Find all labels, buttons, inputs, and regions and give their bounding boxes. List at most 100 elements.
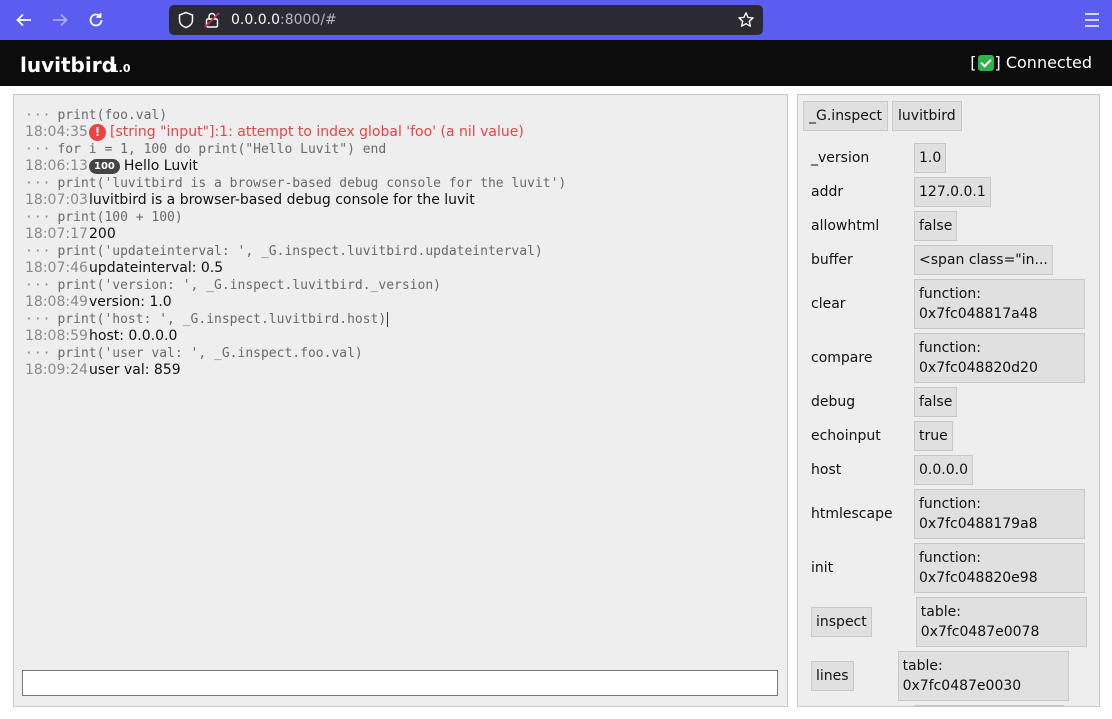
console-input-echo: ··· print('updateinterval: ', _G.inspect.… [25,243,777,260]
echo-text: print('updateinterval: ', _G.inspect.luv… [57,244,543,259]
timestamp: 18:07:03 [25,192,88,208]
inspect-key: debug [811,394,856,410]
inspect-row: lines table: 0x7fc0487e0030 [811,651,1087,701]
timestamp: 18:04:35 [25,124,88,140]
url-text[interactable]: 0.0.0.0:8000/# [231,11,337,29]
echo-text: print('luvitbird is a browser-based debu… [57,176,567,191]
console-output-line: 18:07:46 updateinterval: 0.5 [25,260,777,277]
output-text: updateinterval: 0.5 [89,260,224,276]
reload-icon[interactable] [84,8,108,32]
app-version: 1.0 [111,62,131,75]
url-host: 0.0.0.0 [231,12,280,28]
inspect-value: function: builtin#25 [914,705,1064,706]
inspect-key: htmlescape [811,506,893,522]
console-output-line: 18:07:03 luvitbird is a browser-based deb… [25,192,777,209]
echo-text: print('user val: ', _G.inspect.foo.val) [57,346,363,361]
console-output-line: 18:08:59 host: 0.0.0.0 [25,328,777,345]
console-input-echo: ··· print(100 + 100) [25,209,777,226]
inspect-value: false [914,387,958,417]
inspect-row: htmlescape function: 0x7fc0488179a8 [811,489,1087,539]
inspect-row: addr 127.0.0.1 [811,177,1087,207]
inspect-key[interactable]: lines [811,661,854,691]
inspect-row: clear function: 0x7fc048817a48 [811,279,1087,329]
console-output-line: 18:09:24 user val: 859 [25,362,777,379]
console-output-line: 18:08:49 version: 1.0 [25,294,777,311]
output-text: user val: 859 [89,362,181,378]
prompt-dots: ··· [25,210,52,225]
inspect-row: loadstringfunction: builtin#25 [811,705,1087,706]
inspect-value: function: 0x7fc048820e98 [914,543,1085,593]
hamburger-menu-icon[interactable] [1084,11,1100,29]
inspect-key: echoinput [811,428,881,444]
inspect-value: table: 0x7fc0487e0030 [897,651,1069,701]
shield-icon[interactable] [177,11,195,29]
echo-text: print(foo.val) [57,108,168,123]
inspect-value: function: 0x7fc048817a48 [914,279,1085,329]
console-panel: ··· print(foo.val) 18:04:35! [string "input… [13,94,788,707]
console-output-line: 18:07:17 200 [25,226,777,243]
address-bar[interactable]: 0.0.0.0:8000/# [169,5,763,35]
inspect-panel: _G.inspect luvitbird _version 1.0 addr 127.0… [797,94,1100,707]
inspect-row: buffer <span class="in... [811,245,1087,275]
timestamp: 18:08:49 [25,294,88,310]
console-output: ··· print(foo.val) 18:04:35! [string "input… [25,107,777,379]
timestamp: 18:08:59 [25,328,88,344]
prompt-dots: ··· [25,142,52,157]
timestamp: 18:07:46 [25,260,88,276]
inspect-key: clear [811,296,846,312]
output-text: Hello Luvit [123,158,198,174]
connection-status: [] Connected [970,53,1092,73]
browser-toolbar: 0.0.0.0:8000/# [0,0,1112,40]
timestamp: 18:07:17 [25,226,88,242]
prompt-dots: ··· [25,176,52,191]
prompt-dots: ··· [25,108,52,123]
breadcrumb: _G.inspect luvitbird [803,101,962,131]
timestamp: 18:06:13 [25,158,88,174]
app-title: luvitbird [20,53,116,77]
text-caret [387,312,389,327]
prompt-dots: ··· [25,346,52,361]
prompt-dots: ··· [25,278,52,293]
output-text: luvitbird is a browser-based debug conso… [89,192,475,208]
console-error-line: 18:04:35! [string "input"]:1: attempt to … [25,124,777,141]
echo-text: print('host: ', _G.inspect.luvitbird.hos… [57,312,387,327]
status-text: Connected [1005,53,1092,72]
inspect-row: debug false [811,387,1087,417]
inspect-row: allowhtml false [811,211,1087,241]
breadcrumb-item[interactable]: _G.inspect [803,101,889,131]
inspect-table: _version 1.0 addr 127.0.0.1 allowhtml false bu… [811,143,1087,706]
inspect-value: 0.0.0.0 [914,455,973,485]
breadcrumb-item[interactable]: luvitbird [892,101,962,131]
console-input-echo: ··· print(foo.val) [25,107,777,124]
inspect-value: function: 0x7fc048820d20 [914,333,1085,383]
inspect-key: allowhtml [811,218,880,234]
app-header: luvitbird 1.0 [] Connected [0,40,1112,86]
inspect-value: 1.0 [914,143,947,173]
output-text: host: 0.0.0.0 [89,328,178,344]
console-input-echo: ··· print('user val: ', _G.inspect.foo.va… [25,345,777,362]
inspect-value: 127.0.0.1 [914,177,991,207]
check-mark-icon [977,55,994,71]
inspect-key: _version [811,150,870,166]
console-input-echo: ··· print('version: ', _G.inspect.luvitbi… [25,277,777,294]
forward-arrow-icon[interactable] [48,8,72,32]
inspect-value: true [914,421,953,451]
bookmark-star-icon[interactable] [737,11,755,29]
inspect-key: addr [811,184,844,200]
console-input-echo: ··· for i = 1, 100 do print("Hello Luvit"… [25,141,777,158]
inspect-key: host [811,462,842,478]
inspect-key[interactable]: inspect [811,607,872,637]
status-bracket-close: ] [994,53,1001,72]
inspect-row: init function: 0x7fc048820e98 [811,543,1087,593]
timestamp: 18:09:24 [25,362,88,378]
echo-text: for i = 1, 100 do print("Hello Luvit") e… [57,142,387,157]
inspect-value: function: 0x7fc0488179a8 [914,489,1085,539]
error-text: [string "input"]:1: attempt to index glo… [110,124,524,140]
console-input[interactable] [22,670,778,696]
back-arrow-icon[interactable] [12,8,36,32]
error-icon: ! [89,124,106,141]
inspect-row: echoinput true [811,421,1087,451]
repeat-count-badge: 100 [89,159,120,174]
inspect-value: <span class="in... [914,245,1053,275]
insecure-lock-icon[interactable] [203,11,221,29]
